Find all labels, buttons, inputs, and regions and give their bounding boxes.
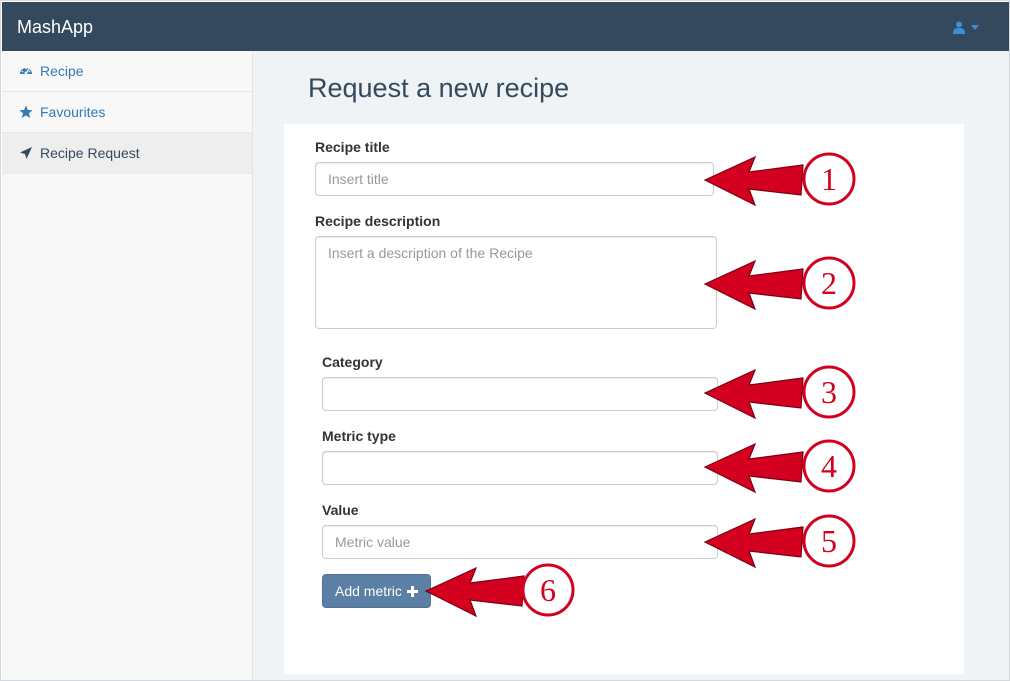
sidebar: Recipe Favourites Recipe Request xyxy=(2,51,253,680)
dashboard-icon xyxy=(19,64,33,78)
page-title: Request a new recipe xyxy=(308,73,570,103)
annotation-4: 4 xyxy=(703,439,856,494)
sidebar-item-label: Favourites xyxy=(40,104,106,120)
send-icon xyxy=(19,146,33,160)
sidebar-item-recipe[interactable]: Recipe xyxy=(2,51,252,92)
metric-value-input[interactable] xyxy=(322,525,718,559)
annotation-number: 4 xyxy=(821,448,837,484)
plus-icon xyxy=(406,585,418,597)
annotation-number: 2 xyxy=(821,265,837,301)
app-window: MashApp Recipe Favourites Recipe Request… xyxy=(0,0,1010,681)
metric-type-label: Metric type xyxy=(322,428,396,444)
main-content: Request a new recipe Recipe title Recipe… xyxy=(253,51,1009,680)
sidebar-item-label: Recipe Request xyxy=(40,145,140,161)
request-form-panel: Recipe title Recipe description Category… xyxy=(284,124,964,674)
recipe-description-textarea[interactable] xyxy=(315,236,717,329)
user-menu-toggle[interactable] xyxy=(953,20,979,34)
annotation-number: 1 xyxy=(821,161,837,197)
annotation-2: 2 xyxy=(703,256,856,311)
sidebar-item-favourites[interactable]: Favourites xyxy=(2,92,252,133)
annotation-number: 3 xyxy=(821,374,837,410)
caret-down-icon xyxy=(971,24,979,30)
recipe-title-input[interactable] xyxy=(315,162,714,196)
category-input[interactable] xyxy=(322,377,718,411)
annotation-number: 6 xyxy=(540,572,556,608)
value-label: Value xyxy=(322,502,359,518)
recipe-title-label: Recipe title xyxy=(315,139,390,155)
user-icon xyxy=(953,21,965,34)
sidebar-item-recipe-request[interactable]: Recipe Request xyxy=(2,133,252,174)
star-icon xyxy=(19,105,33,119)
annotation-6: 6 xyxy=(424,563,575,618)
top-navbar: MashApp xyxy=(2,2,1009,51)
annotation-1: 1 xyxy=(703,152,856,207)
annotation-5: 5 xyxy=(703,514,856,569)
annotation-3: 3 xyxy=(703,365,856,420)
annotation-number: 5 xyxy=(821,523,837,559)
add-metric-label: Add metric xyxy=(335,583,402,599)
add-metric-button[interactable]: Add metric xyxy=(322,574,431,608)
recipe-description-label: Recipe description xyxy=(315,213,441,229)
category-label: Category xyxy=(322,354,383,370)
brand-link[interactable]: MashApp xyxy=(17,17,93,37)
metric-type-input[interactable] xyxy=(322,451,718,485)
sidebar-item-label: Recipe xyxy=(40,63,84,79)
